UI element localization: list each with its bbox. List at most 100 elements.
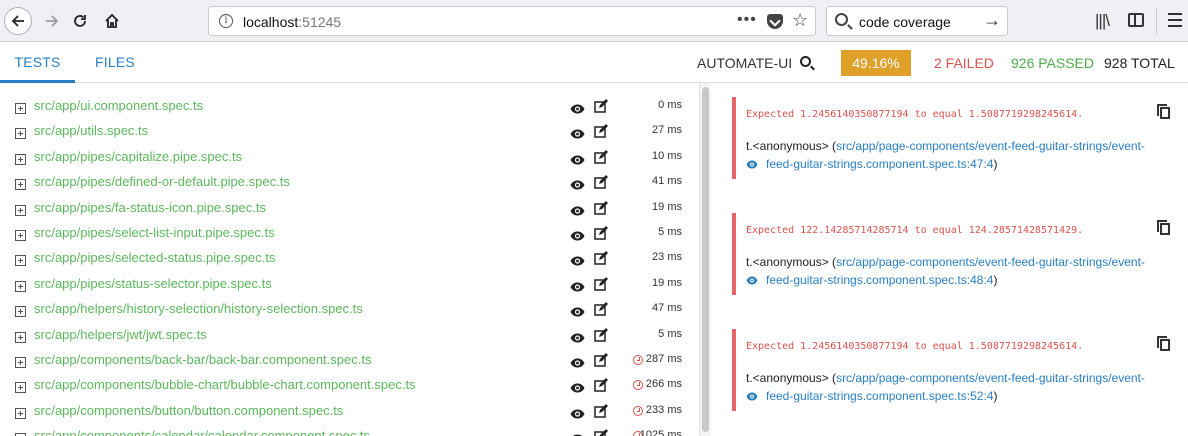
back-button[interactable] [4, 7, 32, 35]
search-bar[interactable]: code coverage → [826, 6, 1008, 36]
test-file-name[interactable]: src/app/components/calendar/calendar.com… [34, 428, 370, 436]
edit-icon[interactable] [594, 175, 608, 189]
test-file-name[interactable]: src/app/pipes/fa-status-icon.pipe.spec.t… [34, 200, 266, 215]
expand-icon[interactable] [15, 103, 26, 114]
copy-icon[interactable] [1157, 336, 1170, 351]
eye-icon[interactable] [570, 380, 585, 393]
info-icon[interactable]: i [219, 14, 233, 28]
eye-icon[interactable] [570, 253, 585, 266]
eye-icon[interactable] [570, 279, 585, 292]
test-file-name[interactable]: src/app/pipes/capitalize.pipe.spec.ts [34, 149, 242, 164]
test-file-name[interactable]: src/app/helpers/jwt/jwt.spec.ts [34, 327, 207, 342]
expand-icon[interactable] [15, 306, 26, 318]
test-file-name[interactable]: src/app/pipes/status-selector.pipe.spec.… [34, 276, 272, 291]
test-file-name[interactable]: src/app/pipes/selected-status.pipe.spec.… [34, 250, 275, 265]
eye-icon[interactable] [570, 101, 585, 114]
url-text[interactable]: localhost:51245 [243, 14, 341, 30]
expand-icon[interactable] [15, 204, 26, 216]
expand-icon[interactable] [15, 179, 26, 191]
expand-icon[interactable] [15, 357, 26, 368]
home-button[interactable] [98, 7, 126, 35]
test-file-name[interactable]: src/app/pipes/defined-or-default.pipe.sp… [34, 174, 290, 189]
expand-icon[interactable] [15, 255, 26, 267]
total-count[interactable]: 928 TOTAL [1104, 55, 1175, 71]
bookmark-star-icon[interactable]: ☆ [792, 10, 808, 31]
copy-icon[interactable] [1157, 220, 1170, 235]
eye-icon[interactable] [746, 157, 766, 171]
expand-icon[interactable] [15, 382, 26, 394]
test-row[interactable]: src/app/helpers/history-selection/histor… [0, 301, 700, 326]
edit-icon[interactable] [594, 378, 608, 393]
edit-icon[interactable] [594, 251, 608, 266]
expand-icon[interactable] [15, 331, 26, 343]
test-row[interactable]: src/app/components/bubble-chart/bubble-c… [0, 377, 700, 402]
edit-icon[interactable] [594, 353, 608, 367]
eye-icon[interactable] [570, 228, 585, 241]
trace-link-cont[interactable]: feed-guitar-strings.component.spec.ts:48… [766, 273, 993, 287]
expand-icon[interactable] [15, 128, 26, 140]
test-row[interactable]: src/app/components/back-bar/back-bar.com… [0, 352, 700, 377]
pocket-icon[interactable] [767, 14, 783, 29]
test-file-name[interactable]: src/app/helpers/history-selection/histor… [34, 301, 363, 316]
search-go-icon[interactable]: → [983, 10, 1001, 31]
test-row[interactable]: src/app/pipes/fa-status-icon.pipe.spec.t… [0, 200, 700, 225]
eye-icon[interactable] [570, 126, 585, 139]
test-row[interactable]: src/app/ui.component.spec.ts 0 ms [0, 98, 700, 123]
sidebar-icon[interactable] [1128, 13, 1144, 27]
test-row[interactable]: src/app/pipes/selected-status.pipe.spec.… [0, 250, 700, 275]
edit-icon[interactable] [594, 149, 608, 164]
eye-icon[interactable] [570, 203, 585, 216]
search-icon[interactable] [800, 56, 811, 67]
test-row[interactable]: src/app/components/calendar/calendar.com… [0, 428, 700, 436]
test-row[interactable]: src/app/utils.spec.ts 27 ms [0, 123, 700, 148]
eye-icon[interactable] [746, 389, 766, 403]
edit-icon[interactable] [594, 403, 608, 418]
scrollbar-thumb[interactable] [702, 87, 709, 432]
library-icon[interactable]: |||\ [1095, 11, 1110, 31]
failed-count[interactable]: 2 FAILED [934, 55, 994, 71]
edit-icon[interactable] [594, 429, 608, 436]
page-actions-icon[interactable]: ••• [737, 11, 757, 29]
trace-link[interactable]: src/app/page-components/event-feed-guita… [836, 255, 1145, 269]
eye-icon[interactable] [570, 152, 585, 165]
trace-link-cont[interactable]: feed-guitar-strings.component.spec.ts:47… [766, 157, 993, 171]
trace-link[interactable]: src/app/page-components/event-feed-guita… [836, 139, 1145, 153]
url-bar[interactable]: i localhost:51245 ••• ☆ [208, 6, 816, 36]
edit-icon[interactable] [594, 276, 608, 291]
eye-icon[interactable] [570, 431, 585, 436]
edit-icon[interactable] [594, 99, 608, 113]
search-input[interactable]: code coverage [859, 14, 951, 30]
test-file-name[interactable]: src/app/components/button/button.compone… [34, 403, 343, 418]
tab-tests[interactable]: TESTS [0, 42, 75, 83]
eye-icon[interactable] [746, 273, 766, 287]
test-file-name[interactable]: src/app/components/bubble-chart/bubble-c… [34, 377, 416, 392]
expand-icon[interactable] [15, 153, 26, 165]
test-file-name[interactable]: src/app/utils.spec.ts [34, 123, 148, 138]
test-row[interactable]: src/app/pipes/select-list-input.pipe.spe… [0, 225, 700, 250]
test-row[interactable]: src/app/pipes/defined-or-default.pipe.sp… [0, 174, 700, 199]
reload-button[interactable] [66, 7, 94, 35]
expand-icon[interactable] [15, 230, 26, 241]
eye-icon[interactable] [570, 177, 585, 190]
scrollbar[interactable] [699, 83, 711, 436]
test-file-name[interactable]: src/app/ui.component.spec.ts [34, 98, 203, 113]
test-row[interactable]: src/app/helpers/jwt/jwt.spec.ts 5 ms [0, 327, 700, 352]
test-row[interactable]: src/app/pipes/status-selector.pipe.spec.… [0, 276, 700, 301]
trace-link-cont[interactable]: feed-guitar-strings.component.spec.ts:52… [766, 389, 993, 403]
forward-button[interactable] [38, 7, 66, 35]
eye-icon[interactable] [570, 406, 585, 419]
test-file-name[interactable]: src/app/pipes/select-list-input.pipe.spe… [34, 225, 275, 240]
expand-icon[interactable] [15, 280, 26, 292]
trace-link[interactable]: src/app/page-components/event-feed-guita… [836, 371, 1145, 385]
edit-icon[interactable] [594, 124, 608, 139]
expand-icon[interactable] [15, 407, 26, 419]
edit-icon[interactable] [594, 226, 608, 240]
edit-icon[interactable] [594, 302, 608, 316]
tab-files[interactable]: FILES [95, 42, 135, 83]
passed-count[interactable]: 926 PASSED [1011, 55, 1094, 71]
edit-icon[interactable] [594, 200, 608, 215]
test-row[interactable]: src/app/pipes/capitalize.pipe.spec.ts 10 … [0, 149, 700, 174]
eye-icon[interactable] [570, 355, 585, 368]
menu-icon[interactable] [1168, 13, 1182, 27]
eye-icon[interactable] [570, 304, 585, 317]
